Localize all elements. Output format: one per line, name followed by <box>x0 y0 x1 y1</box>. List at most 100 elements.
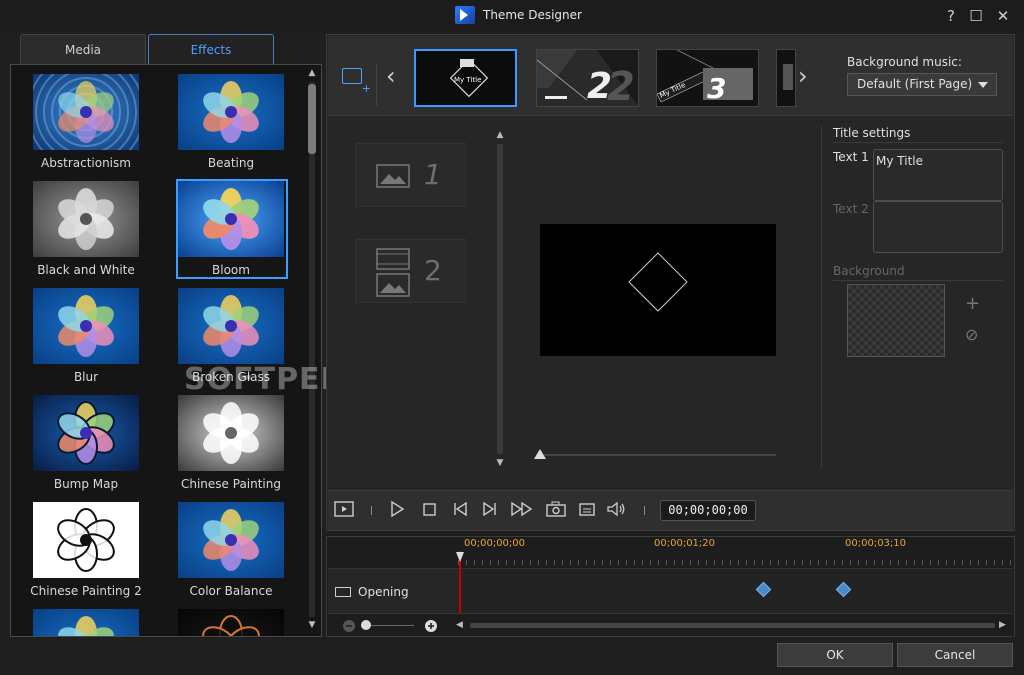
background-swatch[interactable] <box>847 284 945 357</box>
effect-label: Black and White <box>37 263 135 277</box>
snapshot-camera-icon[interactable] <box>545 500 567 520</box>
zoom-in-icon[interactable] <box>424 619 438 633</box>
preview-canvas[interactable] <box>540 224 776 356</box>
timeline-scroll-right-icon[interactable]: ▶ <box>999 620 1006 630</box>
scene-slide-1[interactable]: My Title <box>414 49 517 107</box>
close-button[interactable]: ✕ <box>992 6 1014 26</box>
add-scene-icon[interactable] <box>342 68 371 95</box>
vertical-position-slider[interactable]: ▲ ▼ <box>495 130 505 470</box>
effect-label: Chinese Painting <box>180 477 281 491</box>
effect-thumbnail <box>33 609 139 636</box>
title-settings-rule <box>833 142 1003 143</box>
effect-item[interactable]: Bump Map <box>31 393 143 493</box>
effect-thumbnail <box>33 74 139 150</box>
timeline-scrollbar[interactable] <box>470 623 995 628</box>
effect-thumbnail <box>178 288 284 364</box>
background-music-value: Default (First Page) <box>857 77 973 91</box>
effect-label: Chinese Painting 2 <box>30 584 142 598</box>
preview-title-shape[interactable] <box>628 252 688 312</box>
image-icon <box>376 164 410 188</box>
timecode-display[interactable]: 00;00;00;00 <box>660 500 756 521</box>
chevron-down-icon <box>978 82 988 88</box>
effect-item[interactable] <box>176 607 288 636</box>
previous-frame-icon[interactable] <box>450 500 470 520</box>
effect-item[interactable]: Chinese Painting 2 <box>30 500 143 600</box>
object-number: 1 <box>424 158 442 191</box>
text2-field[interactable] <box>873 201 1003 253</box>
effect-item[interactable]: Bloom <box>176 179 288 279</box>
subtitle-icon[interactable] <box>577 500 597 520</box>
effect-item[interactable]: Blur <box>31 286 143 386</box>
next-frame-icon[interactable] <box>480 500 500 520</box>
text2-label: Text 2 <box>833 202 869 216</box>
slide-1-caption: My Title <box>454 76 481 84</box>
effect-thumbnail <box>178 74 284 150</box>
ruler-label: 00;00;01;20 <box>654 538 716 549</box>
slide-2-number: 2 <box>587 66 612 106</box>
effect-thumbnail <box>33 395 139 471</box>
effect-label: Color Balance <box>189 584 273 598</box>
effects-scrollbar[interactable]: ▲ ▼ <box>304 64 320 634</box>
effect-item[interactable]: Black and White <box>31 179 143 279</box>
effect-thumbnail <box>33 502 139 578</box>
scroll-track[interactable] <box>309 82 315 617</box>
transport-separator <box>371 506 372 515</box>
slider-down-icon[interactable]: ▼ <box>492 458 508 468</box>
object-card-1[interactable]: 1 <box>355 143 466 207</box>
track-title-icon <box>335 587 351 597</box>
zoom-slider-knob[interactable] <box>361 620 371 630</box>
help-button[interactable]: ? <box>940 6 962 26</box>
cancel-button[interactable]: Cancel <box>897 643 1013 667</box>
slider-up-icon[interactable]: ▲ <box>492 130 508 140</box>
background-music-select[interactable]: Default (First Page) <box>847 73 997 96</box>
playhead-handle[interactable] <box>456 552 464 562</box>
timeline-zoom-bar: ◀ ▶ <box>328 616 1013 636</box>
remove-background-icon[interactable]: ⊘ <box>965 325 978 344</box>
effect-thumbnail <box>33 288 139 364</box>
background-music-label: Background music: <box>847 55 962 69</box>
preview-time-slider[interactable] <box>534 449 776 463</box>
effect-item[interactable]: Abstractionism <box>31 72 143 172</box>
text1-field[interactable]: My Title <box>873 149 1003 201</box>
tab-effects[interactable]: Effects <box>148 34 274 64</box>
zoom-out-icon[interactable] <box>342 619 356 633</box>
fast-forward-icon[interactable] <box>510 500 534 520</box>
object-number: 2 <box>424 254 442 287</box>
transport-separator <box>644 506 645 515</box>
maximize-button[interactable]: ☐ <box>965 6 987 26</box>
effect-thumbnail <box>178 609 284 636</box>
effect-item[interactable]: Chinese Painting <box>176 393 288 493</box>
ruler-label: 00;00;00;00 <box>464 538 526 549</box>
effect-label: Abstractionism <box>41 156 131 170</box>
library-panel: Media Effects Abstractionism Beating Black… <box>10 34 322 637</box>
timeline-ruler[interactable]: 00;00;00;00 00;00;01;20 00;00;03;10 <box>458 538 1013 566</box>
preview-mode-icon[interactable] <box>334 500 354 520</box>
time-slider-knob[interactable] <box>534 449 546 459</box>
zoom-slider-track[interactable] <box>364 625 414 626</box>
chevron-right-icon[interactable]: › <box>798 62 808 90</box>
timeline-scroll-left-icon[interactable]: ◀ <box>456 620 463 630</box>
stop-icon[interactable] <box>419 500 439 520</box>
play-icon[interactable] <box>387 500 407 520</box>
effect-item[interactable]: Color Balance <box>176 500 288 600</box>
add-background-icon[interactable]: + <box>965 293 980 314</box>
app-logo-icon <box>455 6 475 24</box>
time-slider-track[interactable] <box>542 454 776 456</box>
effect-item[interactable] <box>31 607 143 636</box>
scene-slide-4-partial[interactable] <box>776 49 796 107</box>
vertical-slider-track[interactable] <box>497 144 503 454</box>
scene-slide-3[interactable]: My Title 3 <box>656 49 759 107</box>
scroll-up-icon[interactable]: ▲ <box>304 68 320 78</box>
tab-media[interactable]: Media <box>20 34 146 64</box>
scene-slide-2[interactable]: 2 2 <box>536 49 639 107</box>
chevron-left-icon[interactable]: ‹ <box>386 62 396 90</box>
scroll-thumb[interactable] <box>308 84 316 154</box>
ok-button[interactable]: OK <box>777 643 893 667</box>
volume-icon[interactable] <box>606 500 626 520</box>
slide-3-number: 3 <box>707 72 726 105</box>
object-card-2[interactable]: 2 <box>355 239 466 303</box>
effect-label: Blur <box>73 370 99 384</box>
effect-label: Bump Map <box>53 477 119 491</box>
effect-item[interactable]: Beating <box>176 72 288 172</box>
scroll-down-icon[interactable]: ▼ <box>304 620 320 630</box>
